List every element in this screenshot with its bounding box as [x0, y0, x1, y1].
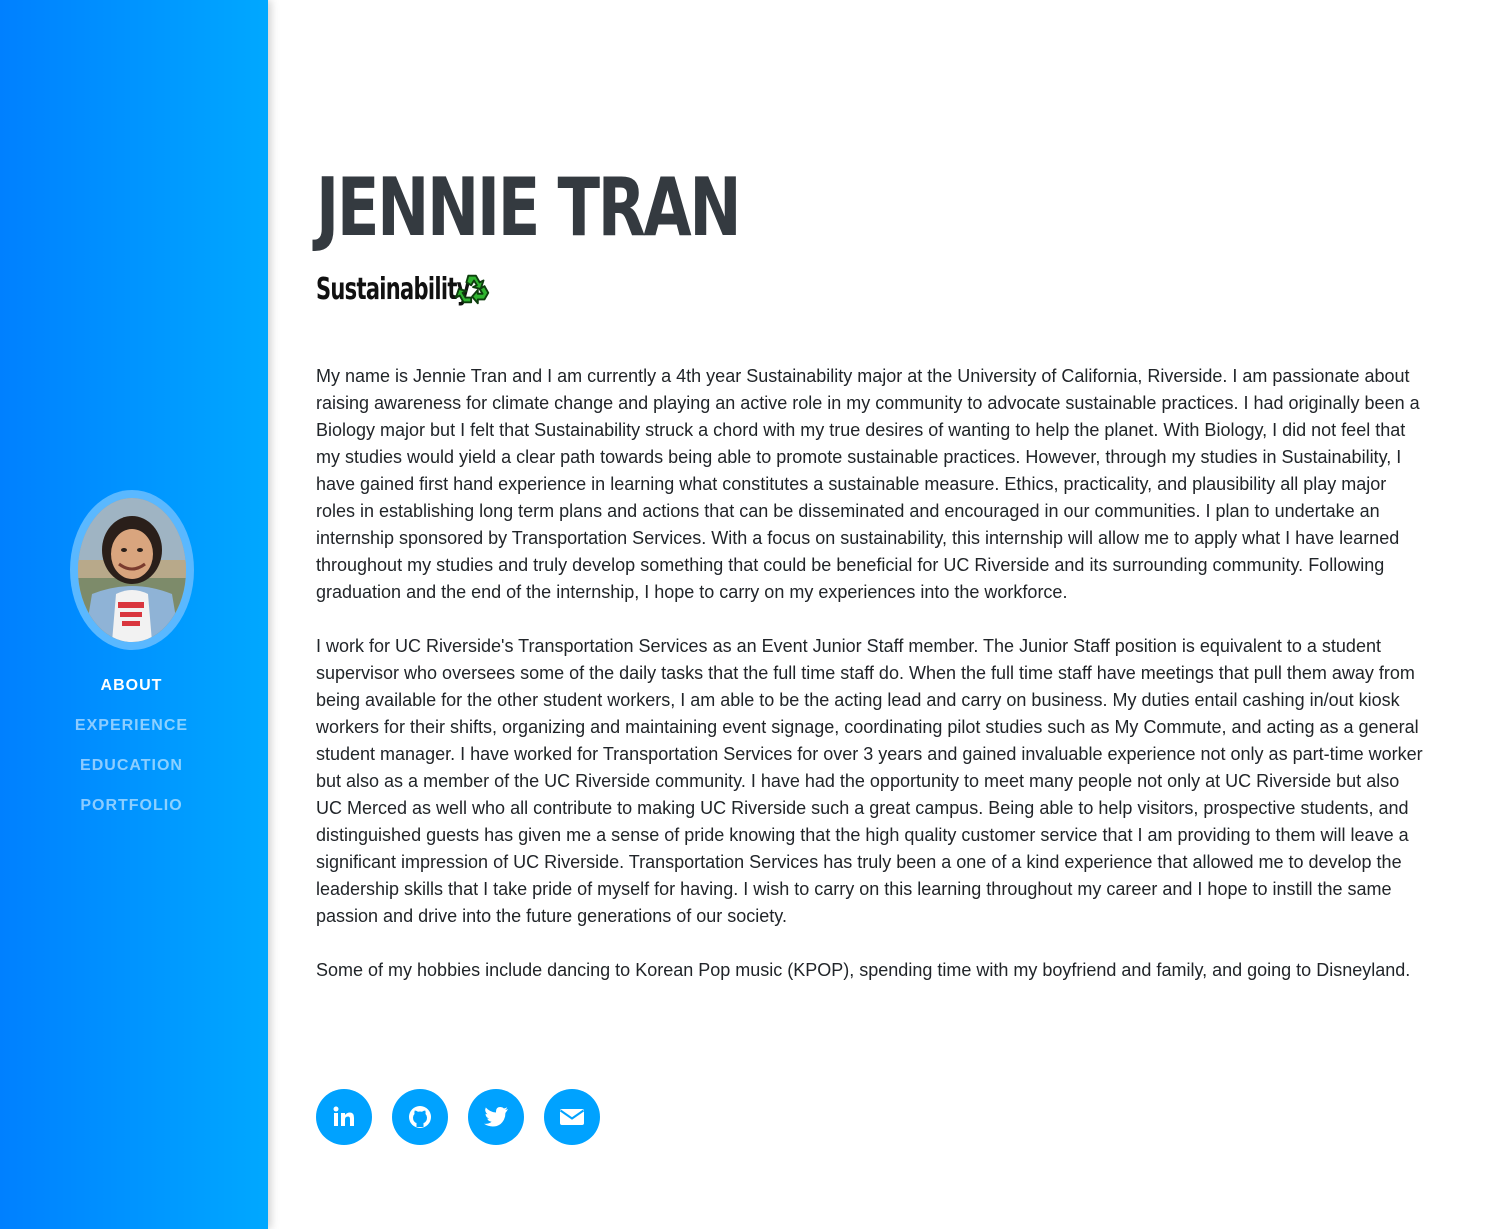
bio-paragraph: Some of my hobbies include dancing to Ko… [316, 960, 1411, 980]
github-button[interactable] [392, 1089, 448, 1145]
nav-item-experience[interactable]: EXPERIENCE [0, 716, 263, 756]
github-icon [409, 1106, 431, 1128]
subtitle-row: Sustainability [316, 268, 516, 310]
avatar [78, 498, 186, 642]
subtitle: Sustainability [316, 271, 470, 307]
page-title: JENNIE TRAN [316, 161, 742, 254]
linkedin-icon [333, 1106, 354, 1126]
bio-paragraph: I work for UC Riverside's Transportation… [316, 636, 1423, 926]
nav-item-about[interactable]: ABOUT [0, 676, 263, 716]
recycle-icon [455, 274, 490, 305]
linkedin-button[interactable] [316, 1089, 372, 1145]
nav-menu: ABOUT EXPERIENCE EDUCATION PORTFOLIO [0, 676, 263, 836]
avatar-frame [70, 490, 194, 650]
bio: My name is Jennie Tran and I am currentl… [316, 363, 1426, 1011]
avatar-image [78, 498, 186, 642]
sidebar: ABOUT EXPERIENCE EDUCATION PORTFOLIO [0, 0, 268, 1229]
email-button[interactable] [544, 1089, 600, 1145]
twitter-button[interactable] [468, 1089, 524, 1145]
social-links [316, 1089, 600, 1145]
nav-item-education[interactable]: EDUCATION [0, 756, 263, 796]
bio-paragraph: My name is Jennie Tran and I am currentl… [316, 366, 1420, 602]
envelope-icon [559, 1109, 585, 1125]
nav-item-portfolio[interactable]: PORTFOLIO [0, 796, 263, 836]
twitter-icon [484, 1107, 508, 1127]
